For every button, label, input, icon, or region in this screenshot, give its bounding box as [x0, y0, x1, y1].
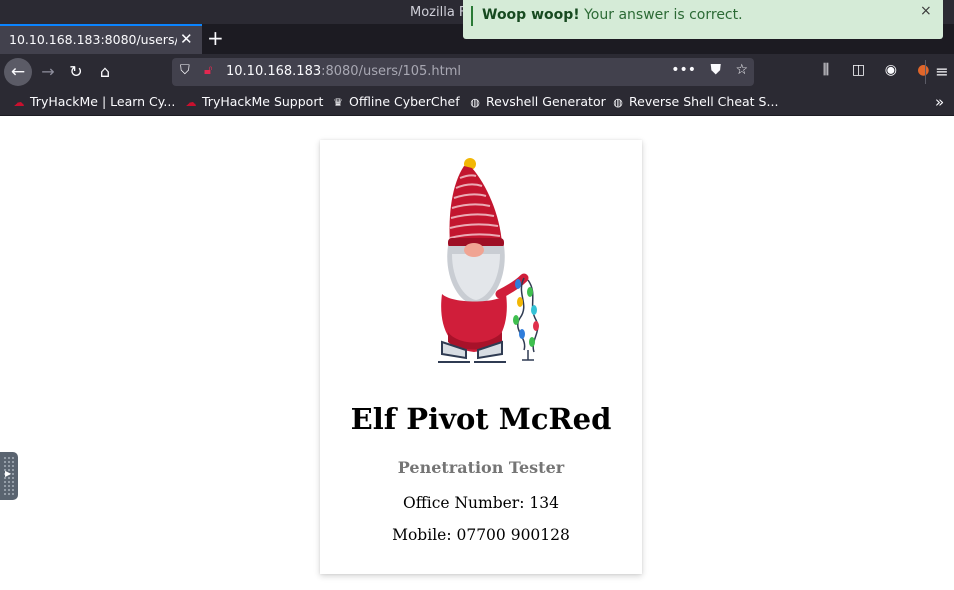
- navigation-toolbar: ← → ↻ ⌂ ⛉ 🔓︎ 10.10.168.183:8080/users/10…: [0, 54, 954, 90]
- profile-name: Elf Pivot McRed: [350, 402, 612, 436]
- window-title: Mozilla F: [410, 5, 467, 20]
- bookmark-label: TryHackMe | Learn Cy...: [30, 94, 176, 109]
- notification-strong: Woop woop!: [482, 7, 580, 23]
- bookmark-label: Revshell Generator: [486, 94, 606, 109]
- library-icon[interactable]: ⫼: [812, 62, 840, 78]
- expand-arrow-icon: ▶: [5, 469, 12, 478]
- bookmark-reverse-shell-cheat[interactable]: ◍ Reverse Shell Cheat S...: [611, 94, 778, 109]
- chef-hat-icon: ♛: [333, 96, 343, 109]
- notification-accent-bar: [471, 6, 473, 26]
- url-bar[interactable]: ⛉ 🔓︎ 10.10.168.183:8080/users/105.html •…: [172, 58, 754, 86]
- success-notification: Woop woop! Your answer is correct. ×: [463, 0, 943, 39]
- bookmark-offline-cyberchef[interactable]: ♛ Offline CyberChef: [331, 94, 460, 109]
- forward-arrow-icon[interactable]: →: [36, 60, 60, 84]
- page-content: Elf Pivot McRed Penetration Tester Offic…: [0, 116, 954, 590]
- profile-role: Penetration Tester: [397, 458, 565, 477]
- profile-mobile: Mobile: 07700 900128: [392, 526, 570, 544]
- page-actions-icon[interactable]: •••: [671, 62, 696, 78]
- side-panel-handle[interactable]: ▶: [0, 452, 18, 500]
- url-host: 10.10.168.183: [226, 64, 322, 79]
- notification-text: Your answer is correct.: [579, 7, 743, 23]
- reload-icon[interactable]: ↻: [64, 60, 88, 84]
- new-tab-icon[interactable]: +: [207, 26, 224, 50]
- toolbar-separator: [925, 60, 926, 84]
- hamburger-menu-icon[interactable]: ≡: [932, 60, 952, 84]
- globe-icon: ◍: [613, 96, 623, 109]
- profile-card: Elf Pivot McRed Penetration Tester Offic…: [320, 140, 642, 574]
- elf-avatar: [412, 154, 552, 366]
- pocket-icon[interactable]: ⛊: [710, 62, 721, 78]
- bookmark-star-icon[interactable]: ☆: [735, 62, 748, 78]
- bookmark-tryhackme-learn[interactable]: ☁ TryHackMe | Learn Cy...: [12, 94, 176, 109]
- globe-icon: ◍: [470, 96, 480, 109]
- back-arrow-icon[interactable]: ←: [4, 58, 32, 86]
- tab-active[interactable]: 10.10.168.183:8080/users/1 ✕: [0, 24, 202, 54]
- bookmarks-toolbar: ☁ TryHackMe | Learn Cy... ☁ TryHackMe Supp…: [0, 90, 954, 116]
- close-notification-icon[interactable]: ×: [920, 3, 932, 19]
- profile-office-number: Office Number: 134: [403, 494, 559, 512]
- bookmark-label: Reverse Shell Cheat S...: [629, 94, 779, 109]
- url-text[interactable]: 10.10.168.183:8080/users/105.html: [226, 64, 461, 79]
- bookmark-label: Offline CyberChef: [349, 94, 460, 109]
- tracking-shield-icon[interactable]: ⛉: [180, 63, 190, 78]
- tryhackme-icon: ☁: [185, 96, 197, 109]
- insecure-lock-icon[interactable]: 🔓︎: [204, 63, 212, 78]
- tab-title: 10.10.168.183:8080/users/1: [9, 32, 177, 47]
- gnome-illustration: [438, 158, 539, 363]
- notification-message: Woop woop! Your answer is correct.: [482, 7, 743, 23]
- tryhackme-icon: ☁: [13, 96, 25, 109]
- bookmarks-overflow-chevron-icon[interactable]: »: [935, 93, 944, 111]
- bookmark-tryhackme-support[interactable]: ☁ TryHackMe Support: [184, 94, 324, 109]
- bookmark-revshell-generator[interactable]: ◍ Revshell Generator: [468, 94, 606, 109]
- account-icon[interactable]: ◉: [877, 62, 905, 78]
- home-icon[interactable]: ⌂: [93, 60, 117, 84]
- bookmark-label: TryHackMe Support: [202, 94, 324, 109]
- close-tab-icon[interactable]: ✕: [180, 30, 193, 48]
- sidebar-icon[interactable]: ◫: [844, 62, 872, 78]
- url-path: :8080/users/105.html: [321, 64, 462, 79]
